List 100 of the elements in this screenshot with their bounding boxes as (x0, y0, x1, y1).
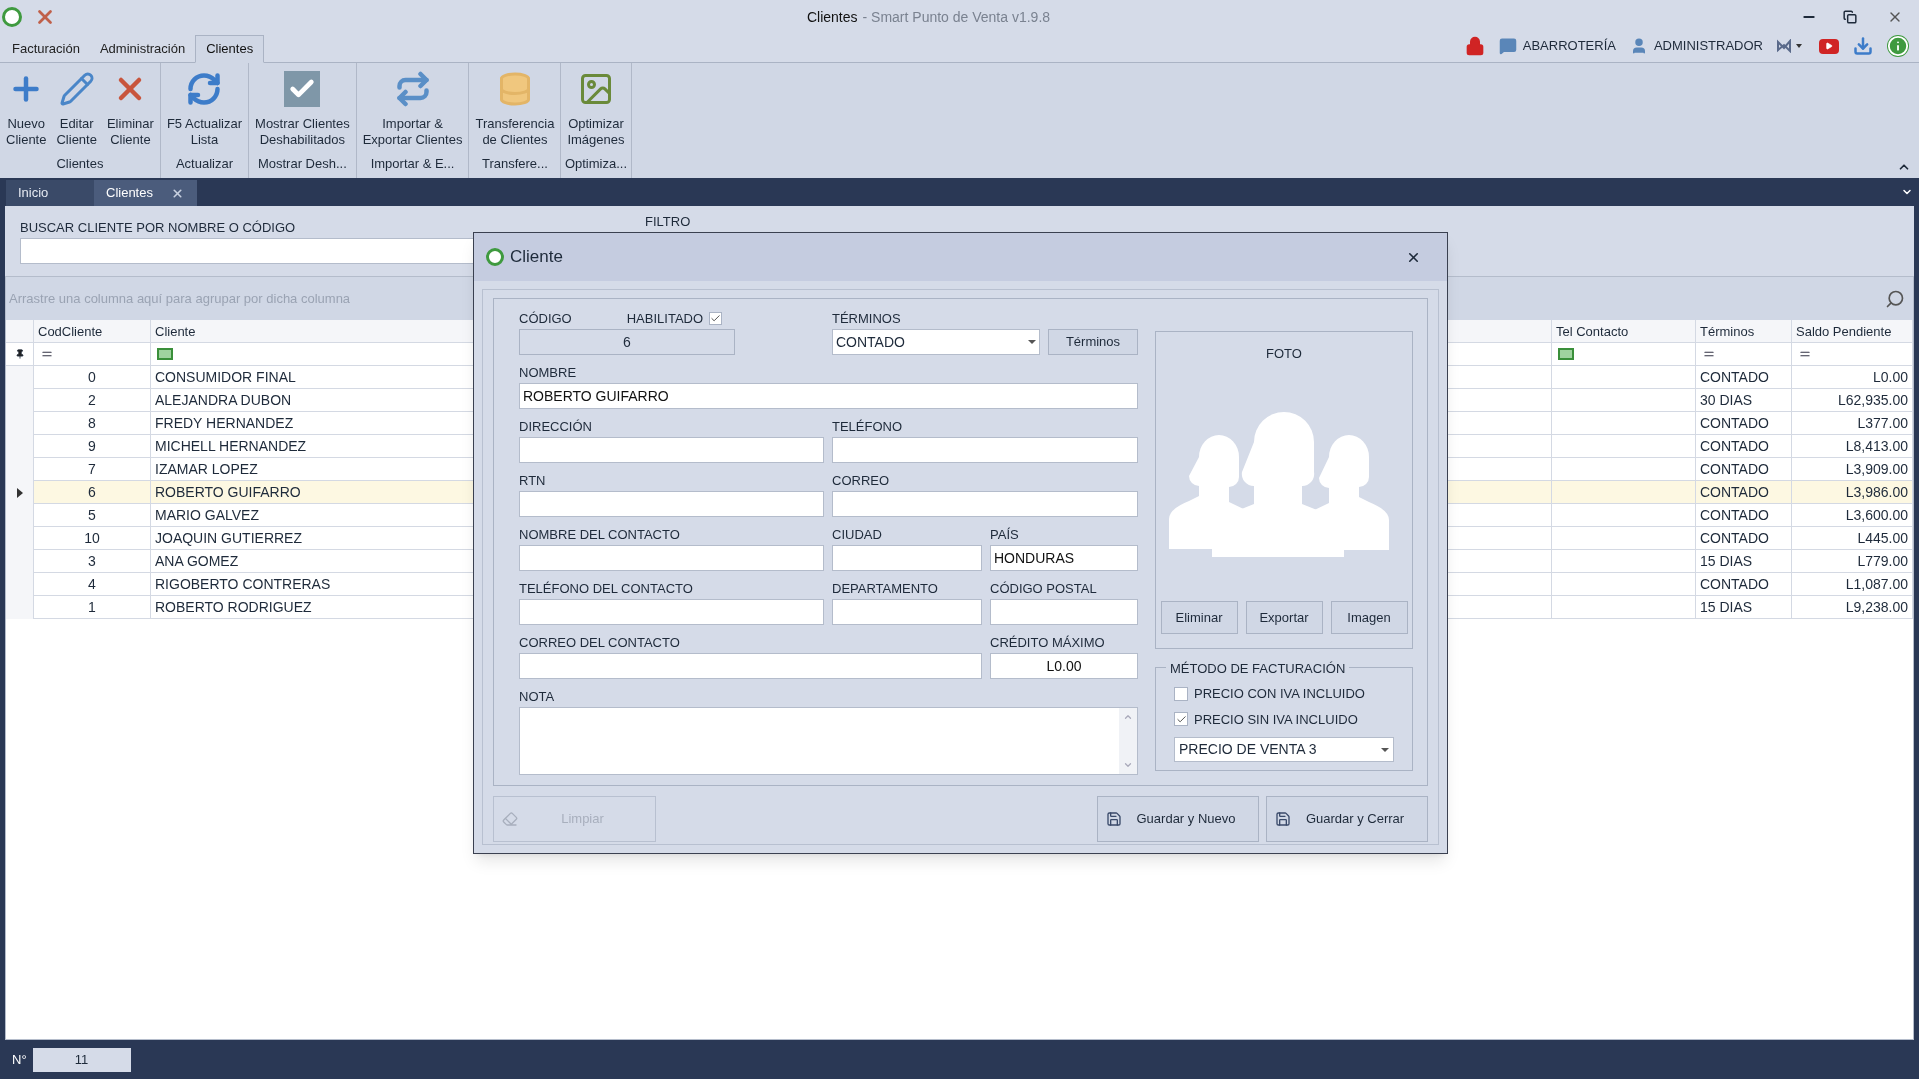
checkbox-label: PRECIO CON IVA INCLUIDO (1194, 685, 1365, 703)
window-title: Clientes (806, 7, 858, 27)
field-label: DEPARTAMENTO (832, 580, 939, 598)
ribbon-button[interactable]: F5 Actualizar Lista (163, 71, 246, 154)
text-field[interactable] (832, 599, 982, 625)
pencil-icon (58, 71, 95, 107)
photo-label: FOTO (1266, 345, 1302, 363)
table-cell: L3,909.00 (1792, 458, 1913, 481)
ribbon-button[interactable]: Eliminar Cliente (103, 71, 157, 154)
terms-button[interactable]: Términos (1048, 329, 1138, 355)
text-field[interactable]: ROBERTO GUIFARRO (519, 383, 1138, 409)
text-filter-icon[interactable] (1558, 348, 1574, 360)
text-field[interactable] (990, 599, 1138, 625)
chat-icon (1498, 37, 1517, 55)
eraser-icon (502, 811, 518, 827)
ribbon-tab[interactable]: Clientes (195, 35, 265, 63)
dropdown-caret-icon (1381, 747, 1389, 752)
ribbon-button[interactable]: Nuevo Cliente (3, 71, 50, 154)
document-tab[interactable]: Inicio (6, 180, 94, 206)
table-cell: 7 (34, 458, 151, 481)
info-icon[interactable] (1887, 35, 1909, 57)
search-label: BUSCAR CLIENTE POR NOMBRE O CÓDIGO (20, 219, 297, 236)
lock-icon[interactable] (1464, 36, 1485, 56)
table-cell: 2 (34, 389, 151, 412)
text-field[interactable] (519, 599, 824, 625)
checkbox[interactable] (1174, 712, 1188, 727)
ribbon-group-label: Actualizar (174, 155, 234, 173)
field-label: CÓDIGO POSTAL (990, 580, 1098, 598)
video-play-icon[interactable] (1819, 38, 1839, 54)
logo-dropdown-icon[interactable] (1777, 39, 1805, 53)
text-field[interactable] (832, 491, 1138, 517)
terms-dropdown[interactable]: CONTADO (832, 329, 1040, 355)
text-filter-icon[interactable] (157, 348, 173, 360)
search-icon[interactable] (1885, 289, 1905, 309)
ribbon-button[interactable]: Transferencia de Clientes (472, 71, 558, 154)
download-icon[interactable] (1853, 36, 1873, 56)
text-field[interactable] (832, 545, 982, 571)
table-cell: L8,413.00 (1792, 435, 1913, 458)
save-icon (1106, 811, 1122, 827)
text-field[interactable]: L0.00 (990, 653, 1138, 679)
scroll-down-icon[interactable] (1123, 760, 1133, 770)
count-label: N° (12, 1050, 27, 1069)
field-label: TELÉFONO (832, 418, 904, 436)
ribbon-button[interactable]: Importar & Exportar Clientes (359, 71, 466, 154)
document-tab[interactable]: Clientes (94, 180, 197, 206)
field-label: DIRECCIÓN (519, 418, 593, 436)
refresh-icon (186, 71, 223, 107)
scroll-up-icon[interactable] (1123, 712, 1133, 722)
table-cell: CONTADO (1696, 435, 1792, 458)
table-cell: 3 (34, 550, 151, 573)
table-cell: CONTADO (1696, 481, 1792, 504)
ribbon-button[interactable]: Mostrar Clientes Deshabilitados (252, 71, 353, 154)
table-cell: CONTADO (1696, 458, 1792, 481)
column-header[interactable]: Tel Contacto (1552, 320, 1696, 343)
dialog-title: Cliente (510, 246, 563, 269)
photo-button[interactable]: Eliminar (1160, 601, 1238, 634)
save-button[interactable]: Guardar y Nuevo (1097, 796, 1259, 842)
checkbox-label: PRECIO SIN IVA INCLUIDO (1194, 710, 1358, 729)
table-cell: 9 (34, 435, 151, 458)
text-field[interactable] (519, 653, 982, 679)
ribbon-tab[interactable]: Facturación (2, 35, 90, 63)
table-cell: 6 (34, 481, 151, 504)
table-cell: L0.00 (1792, 366, 1913, 389)
table-cell: L445.00 (1792, 527, 1913, 550)
field-label: HABILITADO (626, 309, 704, 328)
store-name[interactable]: ABARROTERÍA (1522, 36, 1616, 56)
code-field[interactable]: 6 (519, 329, 735, 355)
ribbon-button[interactable]: Editar Cliente (53, 71, 100, 154)
text-field[interactable]: HONDURAS (990, 545, 1138, 571)
photo-button[interactable]: Imagen (1330, 601, 1408, 634)
restore-icon[interactable] (1843, 10, 1857, 24)
checkbox-icon (284, 71, 321, 107)
column-header[interactable]: Términos (1696, 320, 1792, 343)
enabled-checkbox[interactable] (709, 312, 723, 325)
user-name[interactable]: ADMINISTRADOR (1653, 36, 1763, 56)
table-cell: CONTADO (1696, 504, 1792, 527)
app-logo-icon (2, 7, 22, 27)
text-field[interactable] (519, 437, 824, 463)
save-icon (1275, 811, 1291, 827)
table-cell: L9,238.00 (1792, 596, 1913, 619)
ribbon-button[interactable]: Optimizar Imágenes (564, 71, 628, 154)
column-header[interactable]: CodCliente (34, 320, 151, 343)
table-cell: 10 (34, 527, 151, 550)
photo-button[interactable]: Exportar (1245, 601, 1323, 634)
text-field[interactable] (519, 491, 824, 517)
column-header[interactable]: Saldo Pendiente (1792, 320, 1913, 343)
checkbox[interactable] (1174, 686, 1188, 701)
ribbon-tab[interactable]: Administración (89, 35, 196, 63)
close-tab-icon[interactable] (170, 186, 184, 200)
note-field[interactable] (519, 707, 1138, 775)
save-button[interactable]: Guardar y Cerrar (1266, 796, 1428, 842)
table-cell: CONTADO (1696, 573, 1792, 596)
field-label: NOMBRE (519, 364, 578, 382)
table-cell: L779.00 (1792, 550, 1913, 573)
field-label: NOMBRE DEL CONTACTO (519, 526, 681, 544)
field-label: TELÉFONO DEL CONTACTO (519, 580, 694, 598)
price-list-dropdown[interactable]: PRECIO DE VENTA 3 (1174, 737, 1394, 762)
text-field[interactable] (519, 545, 824, 571)
text-field[interactable] (832, 437, 1138, 463)
ribbon-group-label: Clientes (55, 155, 105, 173)
